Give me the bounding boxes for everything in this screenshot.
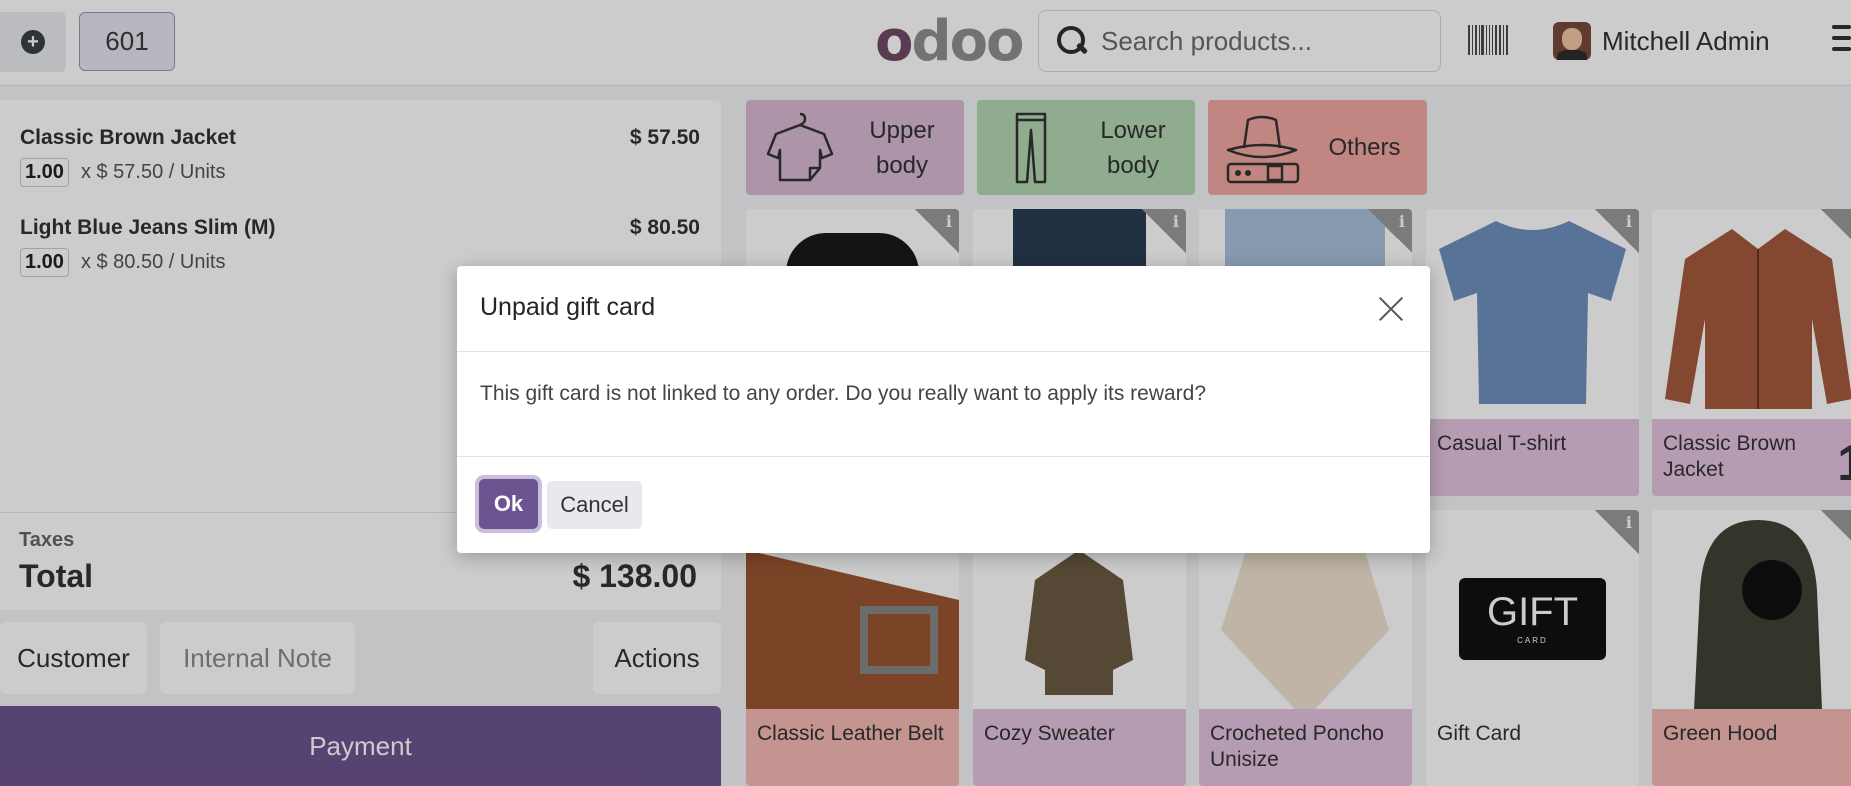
cancel-button[interactable]: Cancel [547, 481, 642, 529]
ok-button[interactable]: Ok [479, 479, 538, 529]
unpaid-gift-card-dialog: Unpaid gift card This gift card is not l… [457, 266, 1430, 553]
dialog-title: Unpaid gift card [480, 293, 656, 321]
close-icon[interactable] [1375, 293, 1407, 325]
dialog-message: This gift card is not linked to any orde… [480, 382, 1207, 405]
